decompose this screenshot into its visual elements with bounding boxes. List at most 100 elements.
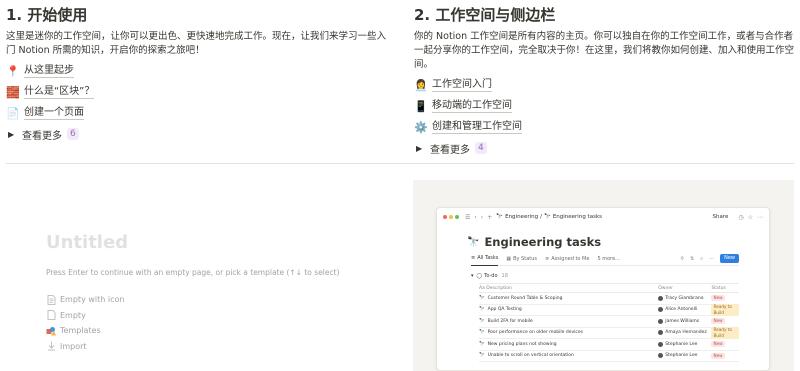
board-icon: ▦: [506, 255, 512, 262]
see-more-toggle[interactable]: ▶ 查看更多 4: [414, 138, 800, 158]
group-header[interactable]: ▾ ◯ To-do 18: [471, 269, 769, 283]
column-status[interactable]: Status: [711, 286, 739, 291]
owner-name: James Williams: [665, 318, 700, 324]
menu-icon[interactable]: ☰: [465, 214, 470, 221]
minimize-dot-icon: [449, 215, 453, 219]
cell-description[interactable]: 🔭 Customer Round Table & Scoping: [479, 296, 658, 301]
task-name: Unable to scroll on vertical orientation: [487, 353, 574, 359]
link-start-here[interactable]: 📍 从这里起步: [6, 61, 392, 81]
cell-owner[interactable]: Stephanie Lee: [658, 353, 711, 359]
cell-owner[interactable]: James Williams: [658, 318, 711, 324]
table-row[interactable]: 🔭 New pricing plans not showing Stephanie …: [479, 339, 739, 351]
link-label[interactable]: 创建和管理工作空间: [432, 120, 522, 134]
page-title: 🔭 Engineering tasks: [437, 226, 769, 252]
avatar: [658, 353, 664, 359]
add-icon[interactable]: +: [487, 214, 492, 221]
cell-status[interactable]: New: [711, 318, 739, 325]
new-button[interactable]: New: [720, 254, 739, 263]
link-create-page[interactable]: 📄 创建一个页面: [6, 103, 392, 123]
close-dot-icon: [443, 215, 447, 219]
page-icon: 📄: [6, 106, 20, 120]
circle-icon: ◯: [476, 273, 483, 279]
tab-by-status[interactable]: ▦ By Status: [506, 252, 537, 266]
option-import[interactable]: Import: [46, 339, 124, 355]
forward-icon[interactable]: ›: [481, 214, 483, 221]
breadcrumb-parent[interactable]: Engineering: [505, 214, 538, 220]
cell-owner[interactable]: Alice Antonelli: [658, 307, 711, 313]
link-label[interactable]: 什么是“区块”？: [24, 85, 95, 99]
tab-all-tasks[interactable]: ≡ All Tasks: [471, 252, 499, 266]
lego-block-icon: 🧱: [6, 85, 20, 99]
owner-name: Stephanie Lee: [665, 353, 698, 359]
link-mobile-workspace[interactable]: 📱 移动端的工作空间: [414, 96, 800, 116]
task-name: Build 2FA for mobile: [487, 318, 533, 324]
tab-more[interactable]: 5 more...: [597, 252, 620, 266]
binoculars-icon: 🔭: [479, 307, 485, 313]
link-label[interactable]: 创建一个页面: [24, 106, 84, 120]
task-name: Customer Round Table & Scoping: [487, 295, 563, 301]
cell-description[interactable]: 🔭 New pricing plans not showing: [479, 342, 658, 347]
breadcrumb[interactable]: 🔭 Engineering / 🔭 Engineering tasks: [496, 214, 602, 220]
link-workspace-intro[interactable]: 👩‍💼 工作空间入门: [414, 75, 800, 95]
link-what-is-block[interactable]: 🧱 什么是“区块”？: [6, 82, 392, 102]
cell-status[interactable]: New: [711, 341, 739, 348]
search-icon[interactable]: ⌕: [700, 256, 703, 262]
filter-icon[interactable]: ⚲: [680, 256, 684, 262]
status-badge: New: [711, 341, 725, 348]
sort-icon[interactable]: ⇅: [690, 256, 694, 262]
chevron-down-icon[interactable]: ▾: [471, 273, 474, 279]
see-more-label[interactable]: 查看更多: [430, 141, 470, 156]
table-row[interactable]: 🔭 Unable to scroll on vertical orientatio…: [479, 351, 739, 362]
link-label[interactable]: 从这里起步: [24, 64, 74, 78]
cell-description[interactable]: 🔭 Poor performance on older mobile device…: [479, 330, 658, 335]
untitled-page-title[interactable]: Untitled: [46, 232, 128, 253]
owner-name: Alice Antonelli: [665, 307, 698, 313]
cell-owner[interactable]: Amaya Hernandez: [658, 330, 711, 336]
more-icon[interactable]: ⋯: [757, 214, 763, 221]
cell-description[interactable]: 🔭 Unable to scroll on vertical orientatio…: [479, 353, 658, 358]
breadcrumb-current[interactable]: Engineering tasks: [553, 214, 602, 220]
column-description[interactable]: Aa Description: [479, 286, 658, 291]
preview-window: ☰ ‹ › + 🔭 Engineering / 🔭 Engineering ta…: [436, 207, 770, 371]
column-owner[interactable]: Owner: [658, 286, 711, 291]
option-label: Import: [60, 341, 87, 351]
view-tabs: ≡ All Tasks ▦ By Status ≡ Assigned to Me…: [471, 252, 739, 266]
see-more-toggle[interactable]: ▶ 查看更多 6: [6, 124, 392, 144]
task-name: App QA Testing: [487, 307, 522, 313]
link-manage-workspace[interactable]: ⚙️ 创建和管理工作空间: [414, 117, 800, 137]
table-row[interactable]: 🔭 Poor performance on older mobile device…: [479, 326, 740, 339]
more-icon[interactable]: ⋯: [709, 256, 714, 262]
page-text-icon: [46, 294, 56, 305]
template-hint: Press Enter to continue with an empty pa…: [46, 268, 340, 277]
tab-assigned-to-me[interactable]: ≡ Assigned to Me: [545, 252, 589, 266]
cell-status[interactable]: Ready to Build: [711, 326, 740, 339]
cell-owner[interactable]: Stephanie Lee: [658, 341, 711, 347]
option-templates[interactable]: Templates: [46, 323, 124, 339]
cell-status[interactable]: New: [711, 295, 739, 302]
cell-owner[interactable]: Tracy Giambrano: [658, 295, 711, 301]
share-button[interactable]: Share: [712, 214, 728, 220]
pin-icon: 📍: [6, 64, 20, 78]
option-label: Empty with icon: [60, 295, 125, 305]
clock-icon[interactable]: ◷: [738, 214, 743, 221]
binoculars-icon: 🔭: [479, 318, 485, 324]
star-icon[interactable]: ☆: [748, 214, 753, 221]
table-row[interactable]: 🔭 App QA Testing Alice Antonelli Ready to B…: [479, 303, 740, 316]
cell-status[interactable]: New: [711, 352, 739, 359]
link-label[interactable]: 工作空间入门: [432, 78, 492, 92]
link-label[interactable]: 移动端的工作空间: [432, 99, 512, 113]
cell-description[interactable]: 🔭 Build 2FA for mobile: [479, 319, 658, 324]
table-row[interactable]: 🔭 Customer Round Table & Scoping Tracy Gia…: [479, 293, 739, 305]
group-count: 18: [501, 273, 508, 279]
option-empty-with-icon[interactable]: Empty with icon: [46, 292, 124, 308]
cell-description[interactable]: 🔭 App QA Testing: [479, 307, 658, 312]
page-title-text: Engineering tasks: [484, 235, 602, 249]
back-icon[interactable]: ‹: [474, 214, 476, 221]
table-row[interactable]: 🔭 Build 2FA for mobile James Williams New: [479, 316, 739, 328]
owner-name: Tracy Giambrano: [665, 295, 704, 301]
see-more-label[interactable]: 查看更多: [22, 127, 62, 142]
triangle-right-icon: ▶: [416, 143, 423, 153]
cell-status[interactable]: Ready to Build: [711, 303, 740, 316]
binoculars-icon: 🔭: [479, 295, 485, 301]
option-empty[interactable]: Empty: [46, 308, 124, 324]
